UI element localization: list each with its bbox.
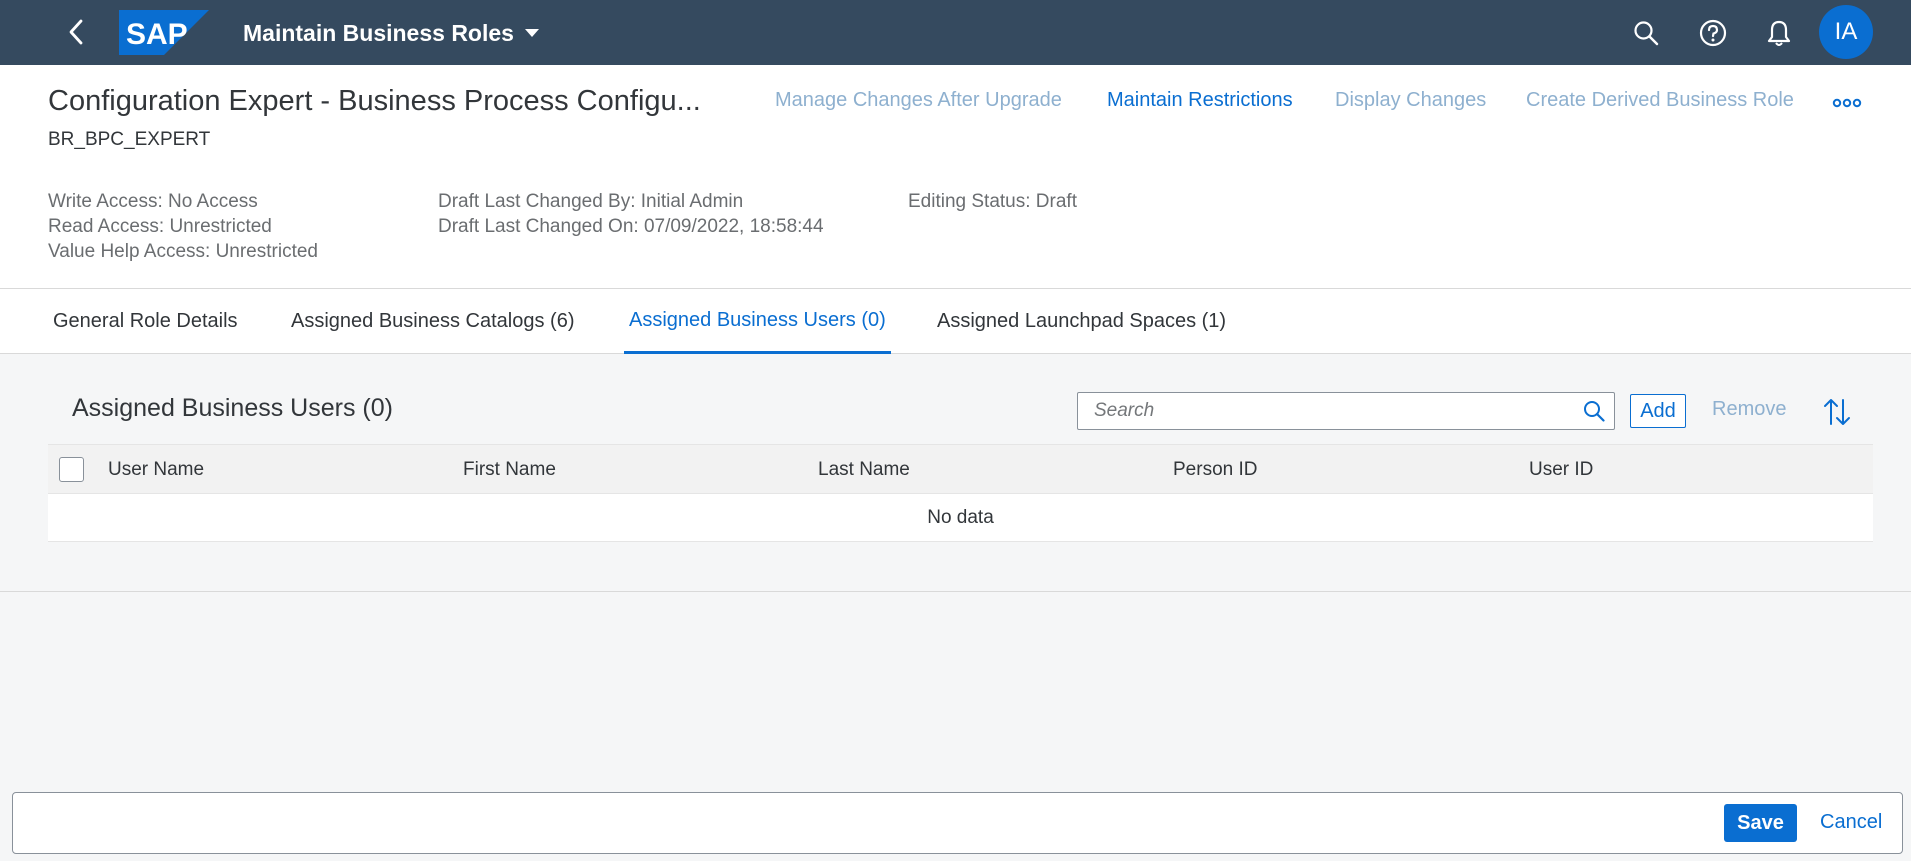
page-title: Configuration Expert - Business Process … — [48, 85, 701, 117]
sort-icon — [1824, 399, 1850, 425]
column-header-last-name[interactable]: Last Name — [818, 459, 910, 481]
help-button[interactable] — [1694, 14, 1732, 52]
search-field — [1077, 392, 1615, 430]
editing-status: Editing Status: Draft — [908, 191, 1077, 212]
object-header: Configuration Expert - Business Process … — [0, 65, 1911, 289]
search-icon — [1584, 401, 1605, 422]
business-users-table: User Name First Name Last Name Person ID… — [48, 444, 1873, 542]
write-access: Write Access: No Access — [48, 191, 258, 212]
tab-assigned-business-users[interactable]: Assigned Business Users (0) — [624, 289, 891, 354]
select-all-checkbox[interactable] — [59, 457, 84, 482]
create-derived-business-role-button[interactable]: Create Derived Business Role — [1526, 89, 1794, 112]
column-header-first-name[interactable]: First Name — [463, 459, 556, 481]
notification-bell-icon — [1767, 20, 1791, 46]
maintain-restrictions-button[interactable]: Maintain Restrictions — [1107, 89, 1293, 112]
column-header-person-id[interactable]: Person ID — [1173, 459, 1257, 481]
display-changes-button[interactable]: Display Changes — [1335, 89, 1486, 112]
add-button[interactable]: Add — [1630, 394, 1686, 428]
shell-bar: SAP Maintain Business Roles IA — [0, 0, 1911, 65]
tab-general-role-details[interactable]: General Role Details — [48, 289, 243, 354]
search-input[interactable] — [1078, 393, 1574, 429]
tab-assigned-launchpad-spaces[interactable]: Assigned Launchpad Spaces (1) — [932, 289, 1231, 354]
draft-last-changed-on: Draft Last Changed On: 07/09/2022, 18:58… — [438, 216, 824, 237]
user-avatar[interactable]: IA — [1819, 5, 1873, 59]
search-button[interactable] — [1627, 14, 1665, 52]
help-icon — [1699, 19, 1727, 47]
no-data-message: No data — [48, 494, 1873, 542]
remove-button[interactable]: Remove — [1712, 398, 1786, 421]
page-subtitle: BR_BPC_EXPERT — [48, 129, 211, 150]
cancel-button[interactable]: Cancel — [1820, 811, 1882, 834]
table-header: User Name First Name Last Name Person ID… — [48, 444, 1873, 494]
column-header-user-id[interactable]: User ID — [1529, 459, 1593, 481]
search-submit-button[interactable] — [1574, 393, 1614, 429]
read-access: Read Access: Unrestricted — [48, 216, 272, 237]
tab-bar: General Role Details Assigned Business C… — [0, 289, 1911, 354]
notifications-button[interactable] — [1760, 14, 1798, 52]
app-title: Maintain Business Roles — [243, 19, 514, 46]
sort-button[interactable] — [1822, 396, 1852, 428]
search-icon — [1634, 21, 1659, 46]
overflow-menu-button[interactable] — [1832, 95, 1862, 111]
manage-changes-after-upgrade-button[interactable]: Manage Changes After Upgrade — [775, 89, 1062, 112]
more-icon — [1832, 98, 1862, 108]
back-icon — [69, 19, 83, 45]
sap-logo-text: SAP — [126, 18, 188, 51]
back-button[interactable] — [58, 14, 94, 50]
footer-toolbar: Save Cancel — [12, 792, 1903, 854]
sap-logo[interactable]: SAP — [119, 10, 209, 55]
dropdown-icon — [524, 29, 539, 37]
app-title-menu[interactable]: Maintain Business Roles — [243, 18, 540, 48]
value-help-access: Value Help Access: Unrestricted — [48, 241, 318, 262]
section-divider — [0, 591, 1911, 592]
save-button[interactable]: Save — [1724, 804, 1797, 842]
draft-last-changed-by: Draft Last Changed By: Initial Admin — [438, 191, 744, 212]
column-header-user-name[interactable]: User Name — [108, 459, 204, 481]
section-title: Assigned Business Users (0) — [72, 394, 393, 422]
tab-assigned-business-catalogs[interactable]: Assigned Business Catalogs (6) — [286, 289, 579, 354]
